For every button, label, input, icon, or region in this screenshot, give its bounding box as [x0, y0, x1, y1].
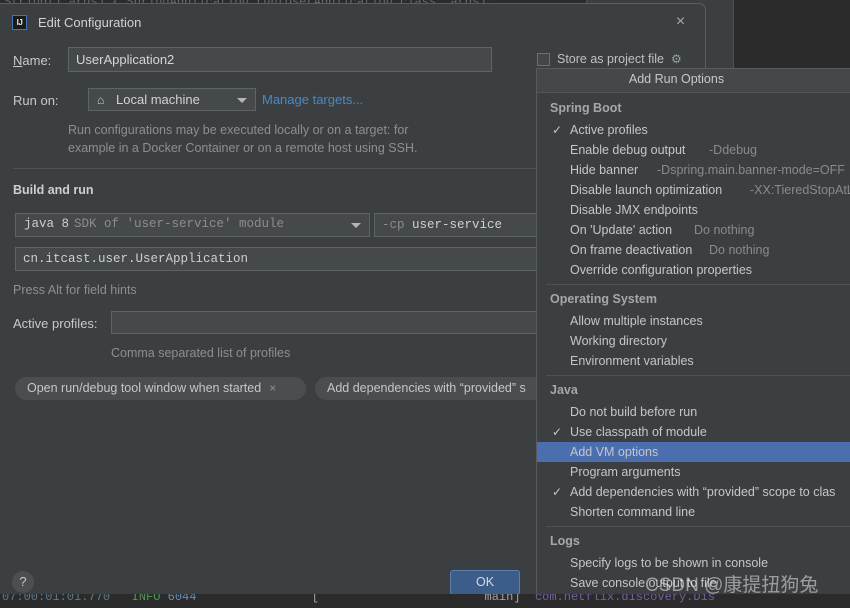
run-option-label: Disable launch optimization — [570, 183, 723, 197]
run-option-add-dependencies-provided-scope[interactable]: ✓ Add dependencies with “provided” scope… — [537, 482, 850, 502]
run-option-label: Program arguments — [570, 465, 681, 479]
group-header-java: Java — [550, 383, 578, 397]
run-option-label: Enable debug output — [570, 143, 686, 157]
run-option-label: Active profiles — [570, 123, 648, 137]
run-option-label: Do not build before run — [570, 405, 698, 419]
run-option-label: Add VM options — [570, 445, 659, 459]
run-option-label: Environment variables — [570, 354, 694, 368]
dialog-titlebar: IJ Edit Configuration — [0, 4, 705, 38]
check-icon: ✓ — [552, 425, 563, 439]
name-input[interactable]: UserApplication2 — [68, 47, 492, 72]
run-option-label: Allow multiple instances — [570, 314, 703, 328]
run-option-environment-variables[interactable]: Environment variables — [537, 351, 850, 371]
build-and-run-title: Build and run — [13, 183, 94, 197]
jre-sdk-combobox[interactable]: java 8 SDK of 'user-service' module — [15, 213, 370, 237]
run-option-on-update-action[interactable]: On 'Update' action Do nothing — [537, 220, 850, 240]
chip-label: Add dependencies with “provided” s — [327, 381, 526, 395]
add-run-options-popup: Add Run Options Spring Boot ✓ Active pro… — [536, 68, 850, 608]
run-option-on-frame-deactivation[interactable]: On frame deactivation Do nothing — [537, 240, 850, 260]
comma-separated-hint: Comma separated list of profiles — [111, 346, 291, 360]
background-console-strip: 07:00:01:01.770 INFO 6044 [ main] com.ne… — [0, 594, 850, 608]
console-level: INFO — [131, 594, 161, 604]
console-thread: main] — [484, 594, 521, 604]
run-on-description-line2: example in a Docker Container or on a re… — [68, 141, 418, 155]
console-bracket: [ — [311, 594, 319, 604]
active-profiles-label: Active profiles: — [13, 316, 98, 331]
run-option-sub: Do nothing — [709, 243, 770, 257]
jre-sdk-description: SDK of 'user-service' module — [74, 217, 285, 231]
console-timestamp: 07:00:01:01.770 — [2, 594, 111, 604]
run-option-label: Working directory — [570, 334, 668, 348]
run-option-sub: -Dspring.main.banner-mode=OFF — [657, 163, 845, 177]
run-option-save-console-output-to-file[interactable]: Save console output to file — [537, 573, 850, 593]
chip-open-run-debug-tool-window[interactable]: Open run/debug tool window when started × — [15, 377, 306, 400]
run-option-label: Specify logs to be shown in console — [570, 556, 769, 570]
run-option-program-arguments[interactable]: Program arguments — [537, 462, 850, 482]
run-on-value: Local machine — [116, 92, 200, 107]
add-run-options-header: Add Run Options — [537, 69, 850, 93]
chip-remove-icon[interactable]: × — [269, 381, 276, 395]
name-label: Name: — [13, 53, 52, 68]
store-as-project-file-row[interactable]: Store as project file ⚙ — [537, 52, 682, 66]
chevron-down-icon — [237, 97, 247, 103]
ok-button[interactable]: OK — [450, 570, 520, 595]
dialog-title: Edit Configuration — [38, 15, 142, 30]
run-option-label: Add dependencies with “provided” scope t… — [570, 485, 836, 499]
run-option-active-profiles[interactable]: ✓ Active profiles — [537, 120, 850, 140]
run-option-sub: -Ddebug — [709, 143, 757, 157]
divider-operating-system — [546, 284, 850, 285]
close-icon[interactable]: × — [671, 13, 690, 32]
screen-root: String[] args) { SpringApplication.run(U… — [0, 0, 850, 608]
run-option-disable-jmx-endpoints[interactable]: Disable JMX endpoints — [537, 200, 850, 220]
run-option-disable-launch-optimization[interactable]: Disable launch optimization -XX:TieredSt… — [537, 180, 850, 200]
run-option-label: Save console output to file — [570, 576, 717, 590]
console-logger: com.netflix.discovery.Dis — [534, 594, 715, 604]
run-option-label: Override configuration properties — [570, 263, 753, 277]
run-option-working-directory[interactable]: Working directory — [537, 331, 850, 351]
divider-java — [546, 375, 850, 376]
run-option-sub: -XX:TieredStopAtLe — [750, 183, 850, 197]
gear-icon[interactable]: ⚙ — [671, 53, 682, 65]
classpath-flag: -cp — [382, 218, 405, 232]
help-button[interactable]: ? — [12, 571, 34, 593]
run-option-shorten-command-line[interactable]: Shorten command line — [537, 502, 850, 522]
store-as-project-file-checkbox[interactable] — [537, 52, 550, 66]
run-option-hide-banner[interactable]: Hide banner -Dspring.main.banner-mode=OF… — [537, 160, 850, 180]
run-option-specify-logs-in-console[interactable]: Specify logs to be shown in console — [537, 553, 850, 573]
group-header-spring-boot: Spring Boot — [550, 101, 622, 115]
console-pid: 6044 — [167, 594, 197, 604]
run-option-label: Shorten command line — [570, 505, 696, 519]
classpath-module: user-service — [412, 218, 503, 232]
run-option-label: Hide banner — [570, 163, 639, 177]
divider-logs — [546, 526, 850, 527]
press-alt-hint: Press Alt for field hints — [13, 283, 137, 297]
run-option-label: On frame deactivation — [570, 243, 693, 257]
run-option-allow-multiple-instances[interactable]: Allow multiple instances — [537, 311, 850, 331]
intellij-logo-icon: IJ — [12, 15, 27, 30]
run-option-enable-debug-output[interactable]: Enable debug output -Ddebug — [537, 140, 850, 160]
chip-label: Open run/debug tool window when started — [27, 381, 262, 395]
run-option-sub: Do nothing — [694, 223, 755, 237]
manage-targets-link[interactable]: Manage targets... — [262, 92, 363, 107]
store-as-project-file-label: Store as project file — [557, 52, 664, 66]
group-header-logs: Logs — [550, 534, 580, 548]
jre-sdk-main: java 8 — [24, 217, 70, 231]
background-console-line: 07:00:01:01.770 INFO 6044 [ main] com.ne… — [2, 594, 715, 604]
run-on-description-line1: Run configurations may be executed local… — [68, 123, 409, 137]
run-option-label: Use classpath of module — [570, 425, 707, 439]
run-on-label: Run on: — [13, 93, 59, 108]
run-option-add-vm-options[interactable]: Add VM options — [537, 442, 850, 462]
run-option-label: Disable JMX endpoints — [570, 203, 698, 217]
add-run-options-title: Add Run Options — [628, 72, 725, 86]
run-option-override-configuration-properties[interactable]: Override configuration properties — [537, 260, 850, 280]
group-header-operating-system: Operating System — [550, 292, 657, 306]
check-icon: ✓ — [552, 485, 563, 499]
home-icon: ⌂ — [97, 93, 105, 107]
run-option-label: On 'Update' action — [570, 223, 673, 237]
chevron-down-icon — [351, 223, 361, 228]
run-on-combobox[interactable]: ⌂ Local machine — [88, 88, 256, 111]
check-icon: ✓ — [552, 123, 563, 137]
run-option-use-classpath-of-module[interactable]: ✓ Use classpath of module — [537, 422, 850, 442]
run-option-do-not-build-before-run[interactable]: Do not build before run — [537, 402, 850, 422]
